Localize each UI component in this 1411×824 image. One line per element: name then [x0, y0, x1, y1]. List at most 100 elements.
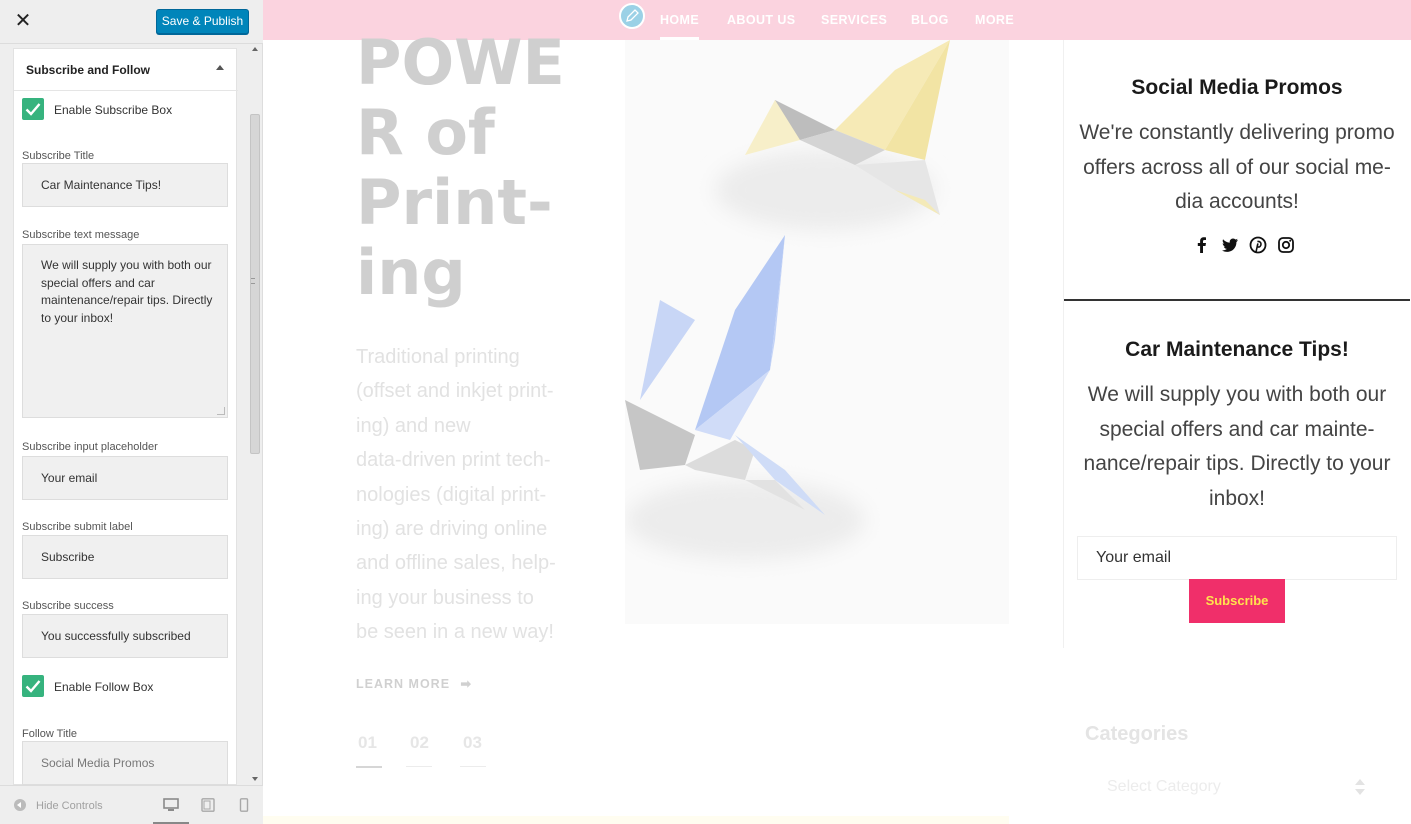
- customizer-footer: Hide Controls: [0, 785, 263, 824]
- instagram-icon[interactable]: [1277, 236, 1295, 254]
- subscribe-follow-section: Subscribe and Follow Enable Subscribe Bo…: [13, 48, 238, 785]
- section-title: Subscribe and Follow: [26, 63, 151, 77]
- hero-text-line: be seen in a new way!: [356, 621, 554, 644]
- hero-title-line: ing: [356, 236, 466, 309]
- origami-illustration: [625, 40, 950, 560]
- subscribe-widget-title: Car Maintenance Tips!: [1125, 338, 1349, 361]
- slide-dot-03[interactable]: 03: [463, 733, 482, 753]
- scrollbar-thumb[interactable]: [250, 114, 260, 454]
- pinterest-icon[interactable]: [1249, 236, 1267, 254]
- origami-birds-image: [625, 40, 1009, 624]
- mobile-icon[interactable]: [236, 798, 252, 812]
- hero-text-line: Traditional printing: [356, 346, 520, 368]
- nav-about-us[interactable]: ABOUT US: [727, 13, 795, 27]
- scrollbar-grip-icon: [251, 278, 255, 284]
- subscribe-button[interactable]: Subscribe: [1189, 579, 1285, 623]
- slide-indicator-active: [356, 766, 382, 768]
- nav-more[interactable]: MORE: [975, 13, 1014, 27]
- arrow-right-icon: ➡: [460, 677, 472, 691]
- learn-more-label: LEARN MORE: [356, 677, 451, 691]
- subscribe-title-label: Subscribe Title: [22, 150, 95, 162]
- slide-dot-02[interactable]: 02: [410, 733, 429, 753]
- pencil-icon: [626, 9, 639, 22]
- hide-controls-button[interactable]: Hide Controls: [14, 799, 103, 812]
- subscribe-text-line: nance/repair tips. Directly to your: [1083, 452, 1391, 475]
- nav-active-underline: [660, 37, 699, 40]
- hero-text-line: and offline sales, help-: [356, 552, 556, 575]
- social-icons: [1064, 236, 1410, 254]
- checkmark-icon: [25, 103, 41, 116]
- hide-controls-label: Hide Controls: [36, 800, 103, 812]
- categories-title: Categories: [1085, 723, 1189, 745]
- collapse-caret-icon[interactable]: [216, 65, 224, 70]
- hero-text-line: ing) are driving online: [356, 518, 548, 541]
- hero-text-line: nologies (digital print-: [356, 483, 547, 506]
- enable-subscribe-checkbox[interactable]: [22, 98, 44, 120]
- checkmark-icon: [25, 680, 41, 693]
- pencil-logo-icon[interactable]: [619, 3, 645, 29]
- customizer-sidebar: ✕ Save & Publish Subscribe and Follow En…: [0, 0, 263, 824]
- slide-dot-01[interactable]: 01: [358, 733, 377, 753]
- subscribe-text-line: inbox!: [1208, 486, 1266, 510]
- widget-divider: [1064, 299, 1410, 301]
- nav-home[interactable]: HOME: [660, 13, 699, 27]
- hero-title-line: R of: [356, 96, 495, 169]
- facebook-icon[interactable]: [1193, 236, 1211, 254]
- nav-services[interactable]: SERVICES: [821, 13, 887, 27]
- customizer-panel-area: Subscribe and Follow Enable Subscribe Bo…: [0, 44, 263, 785]
- hero-title-line: POWE: [356, 26, 565, 99]
- nav-blog[interactable]: BLOG: [911, 13, 949, 27]
- follow-text-line: offers across all of our social me-: [1083, 155, 1391, 179]
- follow-title-input[interactable]: Social Media Promos: [22, 741, 228, 785]
- follow-title-label: Follow Title: [22, 728, 78, 740]
- subscribe-title-input[interactable]: Car Maintenance Tips!: [22, 163, 228, 207]
- section-header[interactable]: Subscribe and Follow: [14, 49, 238, 91]
- follow-text-line: dia accounts!: [1175, 190, 1299, 213]
- scroll-up-arrow-icon[interactable]: [252, 47, 258, 51]
- follow-widget-title: Social Media Promos: [1131, 76, 1343, 99]
- subscribe-success-label: Subscribe success: [22, 600, 114, 612]
- footer-strip: [263, 816, 1009, 824]
- hero-description: Traditional printing (offset and inkjet …: [356, 340, 571, 650]
- slide-indicator: [406, 766, 432, 767]
- category-select-value: Select Category: [1107, 778, 1221, 795]
- subscribe-text-textarea[interactable]: We will supply you with both our special…: [22, 244, 228, 418]
- hero-text-line: data-driven print tech-: [356, 449, 551, 472]
- collapse-arrow-icon: [14, 799, 26, 811]
- hero-text-line: ing your business to: [356, 586, 534, 609]
- close-icon[interactable]: ✕: [12, 10, 34, 32]
- hero-title: POWE R of Print- ing: [356, 28, 576, 308]
- subscribe-success-input[interactable]: You successfully subscribed: [22, 614, 228, 658]
- subscribe-text-value: We will supply you with both our special…: [41, 258, 213, 325]
- subscribe-text-line: special offers and car mainte-: [1099, 417, 1375, 441]
- subscribe-placeholder-input[interactable]: Your email: [22, 456, 228, 500]
- learn-more-link[interactable]: LEARN MORE ➡: [356, 676, 472, 691]
- sidebar-scrollbar[interactable]: [248, 44, 262, 785]
- save-publish-button[interactable]: Save & Publish: [156, 9, 249, 34]
- hero-title-line: Print-: [356, 166, 553, 239]
- site-preview: HOME ABOUT US SERVICES BLOG MORE POWE R …: [263, 0, 1411, 824]
- follow-widget-text: We're constantly delivering promo offers…: [1078, 116, 1396, 220]
- scroll-down-arrow-icon[interactable]: [252, 777, 258, 781]
- subscribe-submit-label: Subscribe submit label: [22, 521, 133, 533]
- subscribe-widget-text: We will supply you with both our special…: [1078, 378, 1396, 516]
- tablet-icon[interactable]: [200, 798, 216, 812]
- sidebar-widgets: Social Media Promos We're constantly del…: [1063, 40, 1411, 648]
- follow-text-line: We're constantly delivering promo: [1079, 121, 1395, 144]
- subscribe-submit-input[interactable]: Subscribe: [22, 535, 228, 579]
- resize-handle-icon[interactable]: [217, 407, 225, 415]
- subscribe-text-line: We will supply you with both our: [1087, 383, 1387, 406]
- enable-follow-label: Enable Follow Box: [54, 680, 154, 694]
- twitter-icon[interactable]: [1221, 236, 1239, 254]
- category-select[interactable]: Select Category: [1085, 768, 1375, 806]
- slide-indicator: [460, 766, 486, 767]
- enable-subscribe-label: Enable Subscribe Box: [54, 103, 173, 117]
- subscribe-placeholder-label: Subscribe input placeholder: [22, 441, 158, 453]
- customizer-header: ✕ Save & Publish: [0, 0, 263, 44]
- hero-text-line: ing) and new: [356, 414, 471, 437]
- select-arrows-icon: [1355, 779, 1365, 795]
- email-input[interactable]: Your email: [1077, 536, 1397, 580]
- hero-text-line: (offset and inkjet print-: [356, 380, 554, 403]
- desktop-icon[interactable]: [163, 798, 179, 812]
- enable-follow-checkbox[interactable]: [22, 675, 44, 697]
